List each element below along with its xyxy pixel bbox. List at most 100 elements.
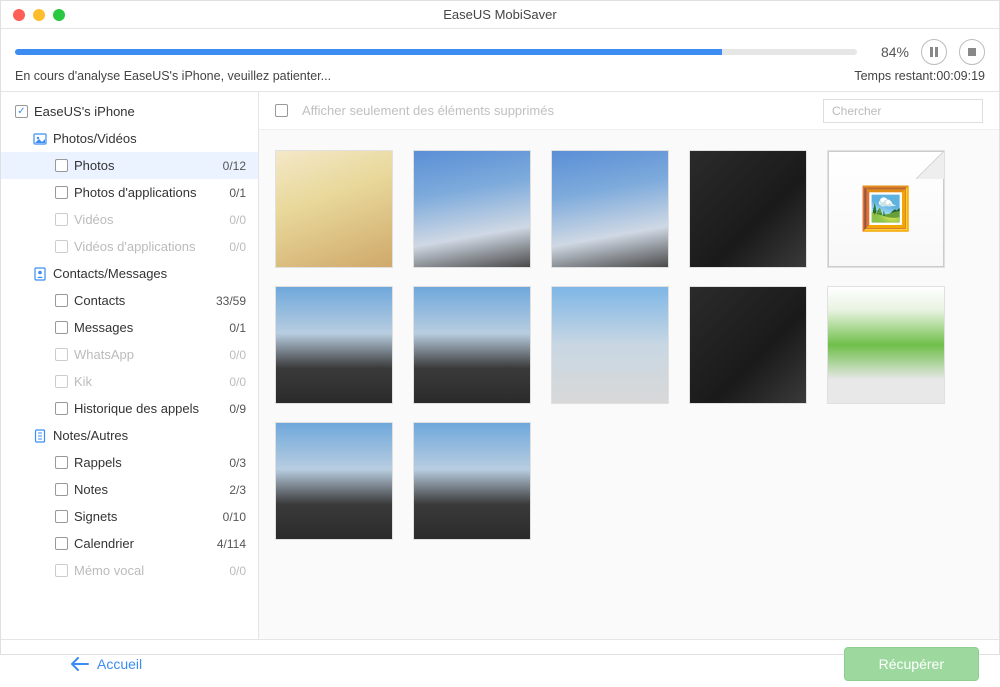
- item-checkbox: [55, 348, 68, 361]
- main-area: EaseUS's iPhonePhotos/VidéosPhotos0/12Ph…: [1, 91, 999, 639]
- sidebar: EaseUS's iPhonePhotos/VidéosPhotos0/12Ph…: [1, 92, 259, 639]
- sidebar-group-2[interactable]: Notes/Autres: [1, 422, 258, 449]
- item-label: Vidéos d'applications: [74, 239, 229, 254]
- item-checkbox[interactable]: [55, 321, 68, 334]
- item-checkbox[interactable]: [55, 159, 68, 172]
- photo-file-icon: 🖼️: [860, 185, 912, 234]
- item-checkbox[interactable]: [55, 294, 68, 307]
- item-count: 0/0: [229, 348, 246, 362]
- pause-button[interactable]: [921, 39, 947, 65]
- sidebar-item-1-1[interactable]: Messages0/1: [1, 314, 258, 341]
- sidebar-item-2-2[interactable]: Signets0/10: [1, 503, 258, 530]
- item-count: 0/9: [229, 402, 246, 416]
- image-icon: [33, 132, 47, 146]
- item-count: 0/0: [229, 240, 246, 254]
- group-label: Contacts/Messages: [53, 266, 246, 281]
- show-deleted-label: Afficher seulement des éléments supprimé…: [302, 103, 554, 118]
- home-label: Accueil: [97, 656, 142, 672]
- thumbnail[interactable]: [275, 150, 393, 268]
- window-title: EaseUS MobiSaver: [1, 7, 999, 22]
- progress-bar: [15, 49, 857, 55]
- filter-bar: Afficher seulement des éléments supprimé…: [259, 92, 999, 130]
- thumbnail-grid: 🖼️: [259, 130, 999, 639]
- sidebar-device[interactable]: EaseUS's iPhone: [1, 98, 258, 125]
- titlebar: EaseUS MobiSaver: [1, 1, 999, 29]
- thumbnail[interactable]: [275, 286, 393, 404]
- category-tree: EaseUS's iPhonePhotos/VidéosPhotos0/12Ph…: [1, 92, 258, 639]
- item-count: 0/0: [229, 375, 246, 389]
- thumbnail[interactable]: [413, 150, 531, 268]
- item-count: 0/0: [229, 564, 246, 578]
- sidebar-item-1-3: Kik0/0: [1, 368, 258, 395]
- item-checkbox[interactable]: [55, 483, 68, 496]
- sidebar-item-1-2: WhatsApp0/0: [1, 341, 258, 368]
- sidebar-group-0[interactable]: Photos/Vidéos: [1, 125, 258, 152]
- thumbnail[interactable]: [827, 286, 945, 404]
- item-checkbox: [55, 213, 68, 226]
- item-label: Kik: [74, 374, 229, 389]
- search-input[interactable]: [823, 99, 983, 123]
- item-count: 0/0: [229, 213, 246, 227]
- item-label: Contacts: [74, 293, 216, 308]
- status-row: En cours d'analyse EaseUS's iPhone, veui…: [1, 69, 999, 91]
- scan-status-text: En cours d'analyse EaseUS's iPhone, veui…: [15, 69, 331, 83]
- item-count: 4/114: [217, 537, 246, 551]
- sidebar-item-2-0[interactable]: Rappels0/3: [1, 449, 258, 476]
- recover-button[interactable]: Récupérer: [844, 647, 979, 681]
- item-checkbox: [55, 240, 68, 253]
- item-label: Historique des appels: [74, 401, 229, 416]
- item-label: Photos: [74, 158, 223, 173]
- content-pane: Afficher seulement des éléments supprimé…: [259, 92, 999, 639]
- thumbnail[interactable]: [413, 286, 531, 404]
- item-checkbox[interactable]: [55, 510, 68, 523]
- sidebar-item-2-1[interactable]: Notes2/3: [1, 476, 258, 503]
- thumbnail[interactable]: [413, 422, 531, 540]
- progress-fill: [15, 49, 722, 55]
- progress-row: 84%: [1, 29, 999, 69]
- item-label: Mémo vocal: [74, 563, 229, 578]
- item-label: Rappels: [74, 455, 229, 470]
- device-checkbox[interactable]: [15, 105, 28, 118]
- sidebar-item-2-3[interactable]: Calendrier4/114: [1, 530, 258, 557]
- item-label: WhatsApp: [74, 347, 229, 362]
- show-deleted-checkbox[interactable]: [275, 104, 288, 117]
- thumbnail[interactable]: [275, 422, 393, 540]
- sidebar-group-1[interactable]: Contacts/Messages: [1, 260, 258, 287]
- item-label: Photos d'applications: [74, 185, 229, 200]
- sidebar-item-0-2: Vidéos0/0: [1, 206, 258, 233]
- item-checkbox[interactable]: [55, 537, 68, 550]
- item-count: 33/59: [216, 294, 246, 308]
- item-count: 0/12: [223, 159, 246, 173]
- sidebar-item-0-1[interactable]: Photos d'applications0/1: [1, 179, 258, 206]
- thumbnail[interactable]: [551, 150, 669, 268]
- item-checkbox: [55, 375, 68, 388]
- group-label: Notes/Autres: [53, 428, 246, 443]
- item-checkbox: [55, 564, 68, 577]
- arrow-left-icon: [71, 657, 89, 671]
- sidebar-item-1-0[interactable]: Contacts33/59: [1, 287, 258, 314]
- device-label: EaseUS's iPhone: [34, 104, 246, 119]
- item-label: Messages: [74, 320, 229, 335]
- sidebar-item-2-4: Mémo vocal0/0: [1, 557, 258, 584]
- footer: Accueil Récupérer: [1, 639, 999, 687]
- sidebar-item-0-3: Vidéos d'applications0/0: [1, 233, 258, 260]
- thumbnail[interactable]: [551, 286, 669, 404]
- progress-percent: 84%: [869, 44, 909, 60]
- item-count: 0/1: [229, 321, 246, 335]
- thumbnail[interactable]: [689, 286, 807, 404]
- sidebar-item-1-4[interactable]: Historique des appels0/9: [1, 395, 258, 422]
- stop-button[interactable]: [959, 39, 985, 65]
- item-count: 0/3: [229, 456, 246, 470]
- thumbnail[interactable]: 🖼️: [827, 150, 945, 268]
- item-count: 0/10: [223, 510, 246, 524]
- item-checkbox[interactable]: [55, 402, 68, 415]
- sidebar-item-0-0[interactable]: Photos0/12: [1, 152, 258, 179]
- thumbnail[interactable]: [689, 150, 807, 268]
- home-button[interactable]: Accueil: [71, 656, 142, 672]
- item-checkbox[interactable]: [55, 186, 68, 199]
- item-label: Notes: [74, 482, 229, 497]
- item-label: Calendrier: [74, 536, 217, 551]
- group-label: Photos/Vidéos: [53, 131, 246, 146]
- item-checkbox[interactable]: [55, 456, 68, 469]
- item-label: Signets: [74, 509, 223, 524]
